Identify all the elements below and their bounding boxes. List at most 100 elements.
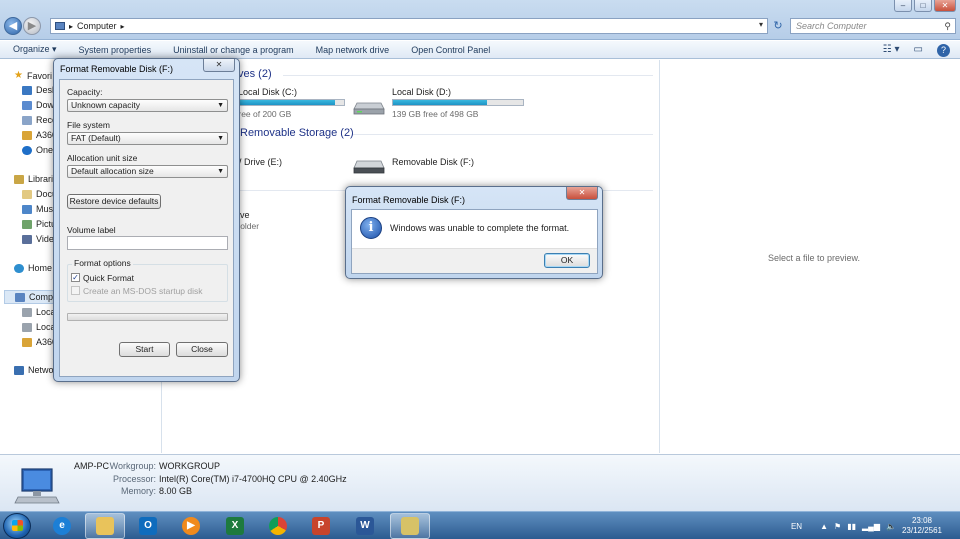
format-dialog-close-button[interactable]: ✕ xyxy=(203,59,235,72)
start-button-dialog[interactable]: Start xyxy=(119,342,170,357)
restore-defaults-button[interactable]: Restore device defaults xyxy=(67,194,161,209)
show-hidden-icons-icon[interactable]: ▲ xyxy=(820,522,828,531)
nav-label: Comp xyxy=(29,292,54,302)
nav-libraries[interactable]: Librari xyxy=(14,174,53,184)
onedrive-icon xyxy=(22,145,32,155)
drive-d-free: 139 GB free of 498 GB xyxy=(392,109,479,119)
clock[interactable]: 23:08 23/12/2561 xyxy=(902,516,942,536)
minimize-button[interactable]: – xyxy=(894,0,912,12)
computer-name: AMP-PC xyxy=(74,461,110,471)
volume-label-input[interactable] xyxy=(67,236,228,250)
error-dialog-close-button[interactable]: ✕ xyxy=(566,187,598,200)
nav-music[interactable]: Mus xyxy=(22,204,53,214)
taskbar-format-utility[interactable] xyxy=(390,513,430,539)
group-removable-storage[interactable]: Removable Storage (2) xyxy=(240,127,354,139)
nav-a360[interactable]: A360 xyxy=(22,130,57,140)
star-icon: ★ xyxy=(14,70,23,81)
drive-c-label[interactable]: Local Disk (C:) xyxy=(238,87,297,97)
taskbar-ie[interactable]: e xyxy=(42,513,82,539)
homegroup-icon xyxy=(14,263,24,273)
system-properties-button[interactable]: System properties xyxy=(79,45,152,55)
information-icon: i xyxy=(360,217,382,239)
arrow-left-icon: ◀ xyxy=(8,20,18,32)
start-button[interactable] xyxy=(3,513,31,539)
nav-videos[interactable]: Vide xyxy=(22,234,54,244)
nav-label: Favori xyxy=(26,70,52,81)
network-icon xyxy=(14,365,24,375)
nav-homegroup[interactable]: Home xyxy=(14,263,52,273)
nav-desktop[interactable]: Desk xyxy=(22,85,57,95)
error-dialog-title: Format Removable Disk (F:) xyxy=(352,195,466,205)
capacity-select[interactable]: Unknown capacity ▼ xyxy=(67,99,228,112)
details-pane: AMP-PC Workgroup: WORKGROUP Processor: I… xyxy=(0,454,960,511)
uninstall-program-button[interactable]: Uninstall or change a program xyxy=(173,45,294,55)
dvd-drive-label[interactable]: W Drive (E:) xyxy=(233,157,282,167)
error-message: Windows was unable to complete the forma… xyxy=(390,223,570,233)
search-icon[interactable]: ⚲ xyxy=(944,19,951,33)
drive-d-usage-fill xyxy=(393,100,487,105)
address-dropdown-icon[interactable]: ▾ xyxy=(759,20,763,29)
refresh-icon[interactable]: ↻ xyxy=(770,18,786,34)
map-network-drive-button[interactable]: Map network drive xyxy=(316,45,390,55)
removable-disk-f-label[interactable]: Removable Disk (F:) xyxy=(392,157,474,167)
title-bar: – □ ✕ ◀ ▶ ▸ Computer ▸ ▾ ↻ Search Comput… xyxy=(0,0,960,40)
network-status-icon[interactable]: ▮▮ xyxy=(847,522,856,531)
nav-network[interactable]: Netwo xyxy=(14,365,54,375)
format-progress-bar xyxy=(67,313,228,321)
change-view-icon[interactable]: ☷ ▾ xyxy=(883,44,900,57)
window-controls: – □ ✕ xyxy=(894,0,956,12)
drive-d-label[interactable]: Local Disk (D:) xyxy=(392,87,451,97)
capacity-label: Capacity: xyxy=(67,87,103,97)
nav-local-disk-d[interactable]: Loca xyxy=(22,322,56,332)
volume-icon[interactable]: 🔈 xyxy=(886,522,896,531)
a360-icon xyxy=(22,130,32,140)
msdos-startup-checkbox[interactable] xyxy=(71,286,80,295)
taskbar-word[interactable]: W xyxy=(345,513,385,539)
allocation-unit-select[interactable]: Default allocation size ▼ xyxy=(67,165,228,178)
search-input[interactable]: Search Computer ⚲ xyxy=(790,18,956,34)
nav-pictures[interactable]: Pictu xyxy=(22,219,56,229)
taskbar-explorer[interactable] xyxy=(85,513,125,539)
ok-button[interactable]: OK xyxy=(544,253,590,268)
signal-icon[interactable]: ▂▄▆ xyxy=(862,522,880,531)
flag-icon[interactable]: ⚑ xyxy=(834,522,841,531)
forward-button[interactable]: ▶ xyxy=(23,17,41,35)
drive-d-usage-bar xyxy=(392,99,524,106)
file-system-select[interactable]: FAT (Default) ▼ xyxy=(67,132,228,145)
nav-label: Home xyxy=(28,263,53,273)
taskbar-excel[interactable]: X xyxy=(215,513,255,539)
taskbar-outlook[interactable]: O xyxy=(128,513,168,539)
quick-format-label[interactable]: Quick Format xyxy=(83,273,134,283)
breadcrumb-separator-icon: ▸ xyxy=(69,21,74,31)
taskbar-chrome[interactable] xyxy=(258,513,298,539)
help-icon[interactable]: ? xyxy=(937,44,950,57)
nav-downloads[interactable]: Dow xyxy=(22,100,54,110)
nav-documents[interactable]: Docu xyxy=(22,189,57,199)
nav-favorites[interactable]: ★ Favori xyxy=(14,70,52,81)
nav-recent[interactable]: Rece xyxy=(22,115,57,125)
close-button[interactable]: ✕ xyxy=(934,0,956,12)
group-hard-drives[interactable]: ves (2) xyxy=(238,68,272,80)
maximize-button[interactable]: □ xyxy=(914,0,932,12)
capacity-value: Unknown capacity xyxy=(71,100,140,110)
open-control-panel-button[interactable]: Open Control Panel xyxy=(411,45,490,55)
close-dialog-button[interactable]: Close xyxy=(176,342,228,357)
language-indicator[interactable]: EN xyxy=(791,522,802,531)
nav-onedrive[interactable]: OneI xyxy=(22,145,56,155)
taskbar-media-player[interactable]: ▶ xyxy=(171,513,211,539)
back-button[interactable]: ◀ xyxy=(4,17,22,35)
nav-label: Mus xyxy=(36,204,54,214)
nav-local-disk-c[interactable]: Loca xyxy=(22,307,56,317)
breadcrumb-separator-icon[interactable]: ▸ xyxy=(121,22,125,31)
breadcrumb-computer[interactable]: Computer xyxy=(77,21,117,31)
preview-pane-icon[interactable]: ▭ xyxy=(914,44,923,57)
hard-drive-icon xyxy=(353,102,385,115)
nav-a360-drive[interactable]: A360 xyxy=(22,337,57,347)
quick-format-checkbox[interactable]: ✓ xyxy=(71,273,80,282)
address-bar[interactable]: ▸ Computer ▸ ▾ xyxy=(50,18,768,34)
organize-button[interactable]: Organize ▾ xyxy=(13,44,57,55)
computer-icon xyxy=(15,292,25,302)
computer-icon xyxy=(14,468,60,504)
group-divider xyxy=(283,75,653,76)
taskbar-powerpoint[interactable]: P xyxy=(301,513,341,539)
